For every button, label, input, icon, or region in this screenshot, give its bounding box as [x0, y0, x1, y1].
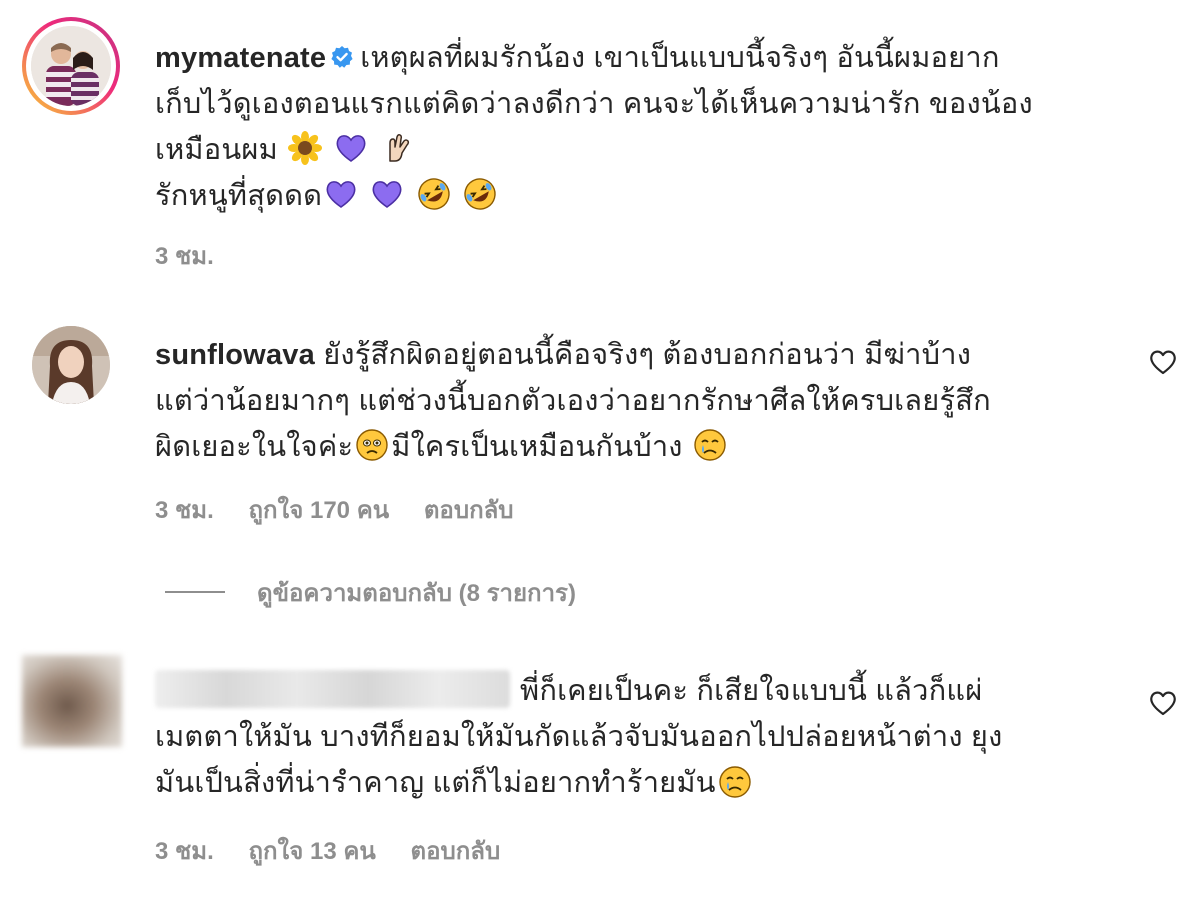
purple-heart-emoji-icon: [326, 181, 356, 209]
avatar-story-ring[interactable]: [22, 17, 120, 115]
timestamp[interactable]: 3 ชม.: [155, 497, 214, 524]
comment-text-line: ยังรู้สึกผิดอยู่ตอนนี้คือจริงๆ ต้องบอกก่…: [323, 339, 972, 371]
purple-heart-emoji-icon: [373, 181, 402, 209]
caption-text: mymatenate เหตุผลที่ผมรักน้อง เขาเป็นแบบ…: [155, 35, 1165, 219]
timestamp[interactable]: 3 ชม.: [155, 243, 214, 270]
caption-line-3: เหมือนผม: [155, 127, 1165, 173]
replies-divider: [165, 591, 225, 593]
sunflower-emoji-icon: [288, 131, 323, 166]
comment-text-line: พี่ก็เคยเป็นคะ ก็เสียใจแบบนี้ แล้วก็แผ่: [520, 675, 983, 707]
blurred-username[interactable]: [155, 670, 510, 709]
like-heart-icon[interactable]: [1148, 688, 1178, 718]
rolling-laughing-emoji-icon: [418, 178, 450, 211]
username-link[interactable]: sunflowava: [155, 339, 315, 371]
comment-text-line: มีใครเป็นเหมือนกันบ้าง: [391, 431, 683, 463]
view-replies-button[interactable]: ดูข้อความตอบกลับ (8 รายการ): [165, 575, 576, 609]
crying-face-emoji-icon: [719, 765, 751, 798]
comment-text-line: มันเป็นสิ่งที่น่ารำคาญ แต่ก็ไม่อยากทำร้า…: [155, 767, 716, 800]
crying-face-emoji-icon: [694, 429, 726, 462]
username-link[interactable]: mymatenate: [155, 42, 326, 74]
caption-text-line: รักหนูที่สุดดด: [155, 180, 323, 212]
avatar[interactable]: [32, 326, 110, 404]
like-count[interactable]: ถูกใจ 13 คน: [248, 838, 375, 865]
comment-line-1: พี่ก็เคยเป็นคะ ก็เสียใจแบบนี้ แล้วก็แผ่: [155, 668, 1155, 714]
caption-text-line: เหมือนผม: [155, 134, 278, 166]
caption-meta: 3 ชม.: [155, 236, 242, 275]
caption-line-1: mymatenate เหตุผลที่ผมรักน้อง เขาเป็นแบบ…: [155, 35, 1165, 81]
timestamp[interactable]: 3 ชม.: [155, 838, 214, 865]
caption-line-4: รักหนูที่สุดดด: [155, 173, 1165, 219]
caption-text-line: เหตุผลที่ผมรักน้อง เขาเป็นแบบนี้จริงๆ อั…: [360, 42, 1000, 74]
comment-line-1: sunflowava ยังรู้สึกผิดอยู่ตอนนี้คือจริง…: [155, 332, 1155, 378]
comment-text: พี่ก็เคยเป็นคะ ก็เสียใจแบบนี้ แล้วก็แผ่ …: [155, 668, 1155, 806]
caption-line-2: เก็บไว้ดูเองตอนแรกแต่คิดว่าลงดีกว่า คนจะ…: [155, 88, 1033, 120]
comment-text-line: ผิดเยอะในใจค่ะ: [155, 431, 354, 463]
comment-text: sunflowava ยังรู้สึกผิดอยู่ตอนนี้คือจริง…: [155, 332, 1155, 470]
verified-badge-icon: [331, 46, 353, 69]
avatar[interactable]: [22, 655, 122, 747]
view-replies-label: ดูข้อความตอบกลับ (8 รายการ): [257, 579, 576, 607]
comment-line-2: เมตตาให้มัน บางทีก็ยอมให้มันกัดแล้วจับมั…: [155, 721, 1003, 754]
purple-heart-emoji-icon: [336, 135, 366, 163]
avatar: [31, 26, 111, 106]
like-count[interactable]: ถูกใจ 170 คน: [248, 497, 389, 524]
comment-line-2: แต่ว่าน้อยมากๆ แต่ช่วงนี้บอกตัวเองว่าอยา…: [155, 385, 991, 417]
like-heart-icon[interactable]: [1148, 347, 1178, 377]
love-you-gesture-emoji-icon: [388, 134, 409, 163]
comment-meta: 3 ชม. ถูกใจ 170 คน ตอบกลับ: [155, 490, 542, 529]
comment-meta: 3 ชม. ถูกใจ 13 คน ตอบกลับ: [155, 831, 528, 870]
reply-button[interactable]: ตอบกลับ: [424, 497, 514, 524]
rolling-laughing-emoji-icon: [464, 178, 496, 211]
frowning-face-emoji-icon: [356, 429, 388, 462]
comment-line-3: มันเป็นสิ่งที่น่ารำคาญ แต่ก็ไม่อยากทำร้า…: [155, 760, 1155, 806]
comment-line-3: ผิดเยอะในใจค่ะ มีใครเป็นเหมือนกันบ้าง: [155, 424, 1155, 470]
reply-button[interactable]: ตอบกลับ: [410, 838, 500, 865]
